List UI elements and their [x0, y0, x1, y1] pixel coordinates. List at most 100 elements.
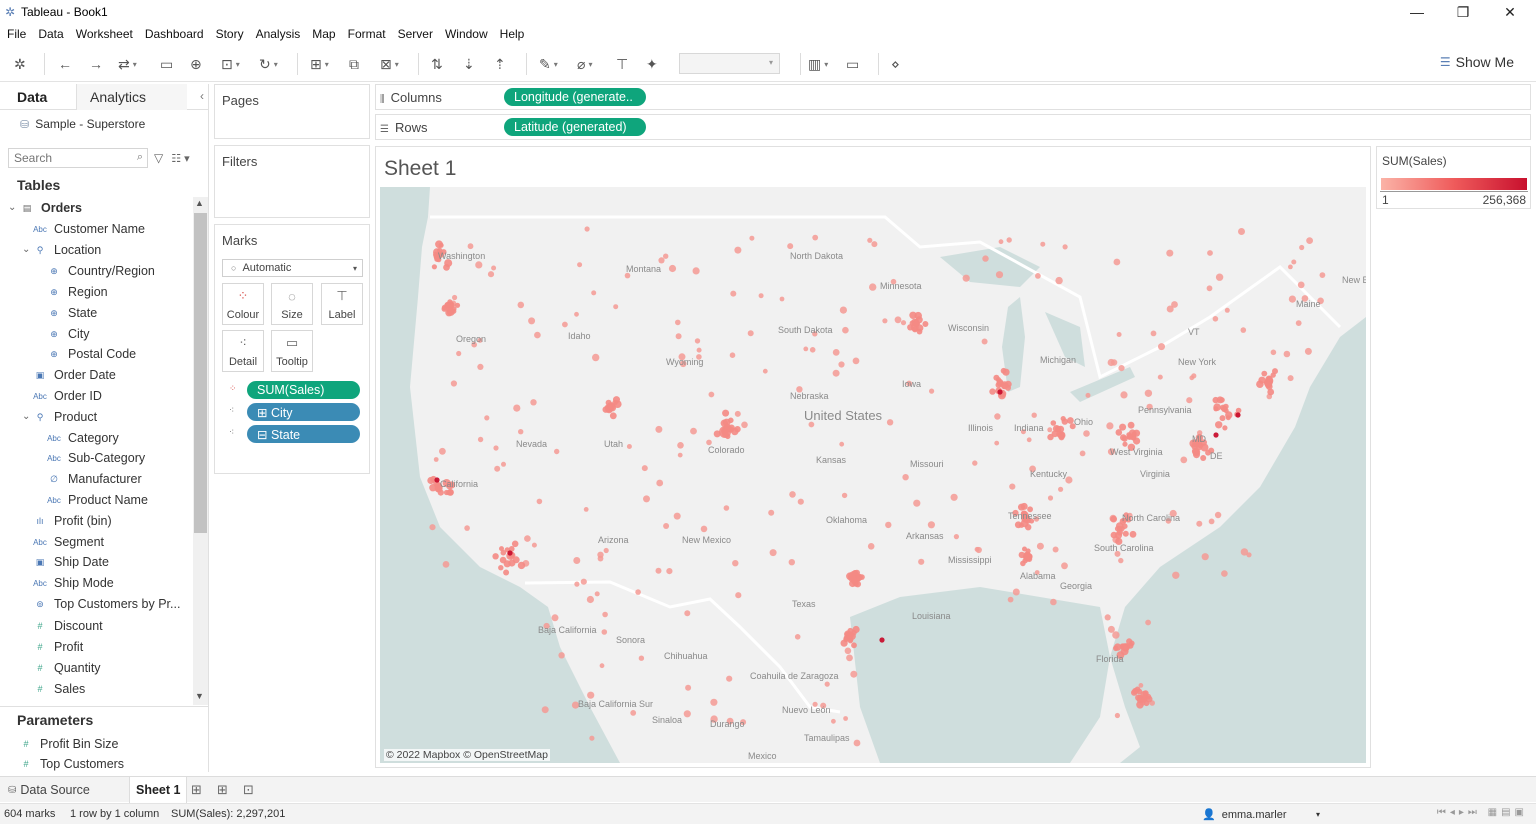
- sales-mark[interactable]: [1270, 349, 1277, 356]
- label-button[interactable]: ⊤ Label: [321, 283, 363, 325]
- sales-mark[interactable]: [603, 547, 609, 554]
- sales-mark[interactable]: [435, 240, 443, 249]
- sales-mark[interactable]: [1036, 542, 1044, 550]
- sales-mark[interactable]: [1180, 456, 1188, 464]
- sales-mark[interactable]: [1212, 316, 1219, 322]
- sales-mark[interactable]: [512, 556, 520, 564]
- sales-mark[interactable]: [673, 512, 681, 520]
- sales-mark[interactable]: [1246, 552, 1252, 558]
- sales-mark[interactable]: [1050, 420, 1057, 426]
- sales-mark[interactable]: [656, 479, 664, 487]
- show-labels-icon[interactable]: ⊤: [616, 54, 628, 74]
- sales-mark[interactable]: [684, 610, 691, 617]
- sales-mark[interactable]: [768, 509, 775, 516]
- sales-mark[interactable]: [1047, 433, 1054, 441]
- sales-mark[interactable]: [1208, 518, 1215, 525]
- sales-mark[interactable]: [464, 525, 470, 531]
- sales-mark[interactable]: [1055, 276, 1063, 285]
- highlight-icon[interactable]: ✎ ▾: [539, 54, 558, 74]
- sales-mark[interactable]: [1128, 429, 1136, 437]
- parameter-top-customers[interactable]: # Top Customers: [19, 754, 124, 774]
- sales-mark[interactable]: [541, 706, 549, 714]
- tooltip-button[interactable]: ▭ Tooltip: [271, 330, 313, 372]
- sales-mark[interactable]: [658, 257, 665, 264]
- sales-mark[interactable]: [477, 436, 484, 443]
- new-story-icon[interactable]: ⊡: [243, 777, 254, 803]
- sales-mark[interactable]: [722, 409, 730, 417]
- refresh-icon[interactable]: ↻ ▾: [259, 54, 278, 74]
- menu-file[interactable]: File: [7, 27, 26, 41]
- tab-analytics[interactable]: Analytics: [77, 84, 187, 110]
- field-ship-date[interactable]: ▣ Ship Date: [33, 552, 109, 572]
- sales-mark[interactable]: [844, 647, 852, 655]
- sales-mark[interactable]: [1200, 455, 1207, 461]
- sales-mark[interactable]: [719, 426, 731, 438]
- sales-mark[interactable]: [1261, 370, 1268, 377]
- sales-mark[interactable]: [499, 556, 507, 564]
- field-orders[interactable]: ⌄ ▤ Orders: [8, 198, 82, 218]
- sales-mark[interactable]: [1157, 374, 1163, 380]
- sales-mark[interactable]: [1240, 327, 1247, 333]
- field-category[interactable]: Abc Category: [47, 428, 119, 448]
- chevron-down-icon[interactable]: ⌄: [22, 411, 30, 422]
- sales-mark[interactable]: [1193, 451, 1200, 459]
- sales-mark[interactable]: [741, 421, 748, 429]
- sales-mark[interactable]: [1031, 412, 1037, 418]
- sales-mark[interactable]: [562, 321, 568, 328]
- sales-mark[interactable]: [1118, 557, 1124, 564]
- sales-mark[interactable]: [902, 474, 909, 481]
- menu-format[interactable]: Format: [348, 27, 386, 41]
- sales-mark[interactable]: [675, 333, 682, 340]
- sales-mark[interactable]: [1166, 305, 1174, 313]
- sales-mark[interactable]: [1213, 403, 1221, 411]
- sales-mark[interactable]: [685, 684, 692, 691]
- sales-mark[interactable]: [677, 442, 684, 449]
- sales-mark[interactable]: [663, 253, 669, 259]
- sales-mark[interactable]: [1131, 689, 1138, 696]
- sales-mark[interactable]: [885, 521, 892, 529]
- sales-mark[interactable]: [1191, 443, 1199, 450]
- sales-mark[interactable]: [491, 265, 497, 271]
- sales-mark[interactable]: [594, 591, 600, 597]
- sales-mark[interactable]: [998, 239, 1004, 245]
- color-legend[interactable]: SUM(Sales) 1 256,368: [1376, 146, 1531, 209]
- sales-mark[interactable]: [708, 391, 715, 398]
- parameter-profit-bin-size[interactable]: # Profit Bin Size: [19, 734, 118, 754]
- sales-mark[interactable]: [663, 523, 670, 529]
- sales-mark[interactable]: [803, 346, 809, 352]
- field-location[interactable]: ⌄ ⚲ Location: [22, 240, 101, 260]
- new-dashboard-icon[interactable]: ⊞: [217, 777, 228, 803]
- sales-mark[interactable]: [528, 317, 536, 325]
- sales-mark[interactable]: [589, 735, 595, 741]
- sales-mark[interactable]: [591, 290, 597, 296]
- sales-mark[interactable]: [749, 235, 755, 241]
- sales-mark[interactable]: [1221, 570, 1228, 577]
- chevron-down-icon[interactable]: ⌄: [22, 244, 30, 255]
- sales-mark[interactable]: [1104, 614, 1111, 621]
- undo-icon[interactable]: ←: [58, 54, 72, 74]
- sales-mark[interactable]: [843, 716, 848, 721]
- sales-mark[interactable]: [1122, 530, 1129, 537]
- sales-mark[interactable]: [1001, 382, 1008, 390]
- map-attribution[interactable]: © 2022 Mapbox © OpenStreetMap: [384, 749, 550, 761]
- sales-mark[interactable]: [499, 546, 504, 552]
- sales-mark[interactable]: [842, 326, 849, 334]
- field-product-name[interactable]: Abc Product Name: [47, 490, 148, 510]
- close-button[interactable]: ✕: [1487, 0, 1533, 24]
- sales-mark[interactable]: [723, 505, 730, 511]
- rows-shelf[interactable]: ☰ Rows Latitude (generated): [375, 114, 1531, 140]
- sales-mark[interactable]: [1067, 417, 1074, 424]
- colour-button[interactable]: ⁘ Colour: [222, 283, 264, 325]
- maximize-button[interactable]: ❐: [1440, 0, 1486, 24]
- clear-sheet-icon[interactable]: ⊠ ▾: [380, 54, 399, 74]
- sales-mark[interactable]: [456, 350, 462, 357]
- detail-button[interactable]: ⁖ Detail: [222, 330, 264, 372]
- sales-mark[interactable]: [869, 283, 877, 291]
- sales-mark[interactable]: [1120, 434, 1127, 441]
- sales-mark[interactable]: [1085, 392, 1091, 398]
- sales-mark[interactable]: [599, 663, 605, 669]
- sales-mark[interactable]: [602, 611, 608, 618]
- sales-mark[interactable]: [871, 241, 878, 248]
- sales-mark[interactable]: [982, 255, 989, 262]
- sales-mark[interactable]: [1287, 375, 1294, 382]
